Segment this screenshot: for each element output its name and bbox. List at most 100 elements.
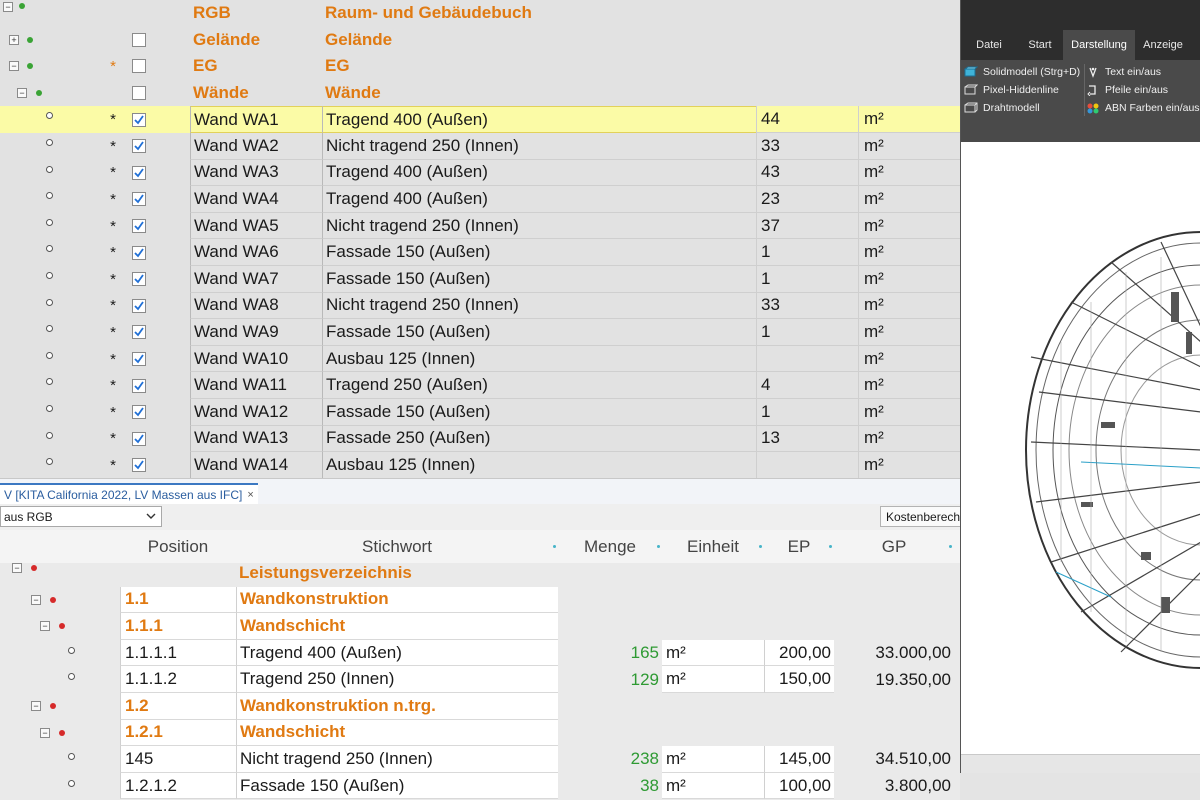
- checkbox[interactable]: [132, 32, 146, 47]
- wall-row[interactable]: * Wand WA14 Ausbau 125 (Innen) m²: [0, 452, 960, 479]
- checkbox[interactable]: [132, 458, 146, 473]
- collapse-icon[interactable]: −: [12, 563, 22, 573]
- wall-row[interactable]: * Wand WA10 Ausbau 125 (Innen) m²: [0, 345, 960, 373]
- tree-row-waende[interactable]: − Wände Wände: [0, 80, 960, 107]
- lv-group-row[interactable]: − 1.1 Wandkonstruktion: [0, 586, 960, 614]
- checkbox[interactable]: [132, 272, 146, 287]
- checkbox-cell[interactable]: [128, 186, 150, 213]
- checkbox[interactable]: [132, 378, 146, 393]
- collapse-icon[interactable]: −: [9, 61, 19, 72]
- column-header-menge[interactable]: Menge: [558, 530, 662, 563]
- lv-unit-price[interactable]: 150,00: [764, 666, 834, 693]
- wall-row[interactable]: * Wand WA3 Tragend 400 (Außen) 43 m²: [0, 159, 960, 187]
- collapse-icon[interactable]: −: [3, 2, 13, 12]
- arrows-toggle-button[interactable]: Pfeile ein/aus: [1086, 81, 1168, 99]
- column-header-position[interactable]: Position: [120, 530, 236, 563]
- collapse-icon[interactable]: −: [40, 621, 50, 632]
- lv-quantity[interactable]: 165: [558, 640, 662, 667]
- tree-row-rgb[interactable]: − RGB Raum- und Gebäudebuch: [0, 0, 960, 27]
- ribbon-tab-darstellung[interactable]: Darstellung: [1063, 30, 1135, 60]
- lv-unit[interactable]: m²: [662, 772, 764, 800]
- lv-unit[interactable]: m²: [662, 666, 764, 693]
- checkbox-cell[interactable]: [128, 160, 150, 187]
- wall-row[interactable]: * Wand WA6 Fassade 150 (Außen) 1 m²: [0, 239, 960, 266]
- wall-row[interactable]: * Wand WA7 Fassade 150 (Außen) 1 m²: [0, 266, 960, 293]
- 3d-model-canvas[interactable]: [961, 142, 1200, 754]
- tree-row-gelaende[interactable]: + Gelände Gelände: [0, 27, 960, 54]
- wall-row[interactable]: * Wand WA4 Tragend 400 (Außen) 23 m²: [0, 186, 960, 213]
- solid-model-button[interactable]: Solidmodell (Strg+D): [964, 63, 1080, 81]
- lv-quantity[interactable]: 38: [558, 773, 662, 800]
- collapse-icon[interactable]: −: [40, 727, 50, 738]
- ribbon-tab-datei[interactable]: Datei: [961, 30, 1017, 60]
- checkbox-cell[interactable]: [128, 239, 150, 266]
- column-header-ep[interactable]: EP: [764, 530, 834, 563]
- checkbox-cell[interactable]: [128, 27, 150, 54]
- collapse-icon[interactable]: −: [31, 594, 41, 605]
- checkbox-cell[interactable]: [128, 372, 150, 399]
- checkbox[interactable]: [132, 431, 146, 446]
- checkbox[interactable]: [132, 352, 146, 367]
- collapse-icon[interactable]: −: [31, 701, 41, 711]
- lv-quantity[interactable]: 129: [558, 666, 662, 693]
- ribbon-tab-anzeige[interactable]: Anzeige: [1135, 30, 1191, 60]
- lv-item-row[interactable]: 1.1.1.2 Tragend 250 (Innen) 129 m² 150,00 19.…: [0, 666, 960, 693]
- checkbox[interactable]: [132, 298, 146, 313]
- wall-row[interactable]: * Wand WA12 Fassade 150 (Außen) 1 m²: [0, 399, 960, 426]
- checkbox[interactable]: [132, 165, 146, 180]
- checkbox[interactable]: [132, 139, 146, 154]
- column-header-stichwort[interactable]: Stichwort: [236, 530, 558, 563]
- checkbox-cell[interactable]: [128, 266, 150, 293]
- lv-unit-price[interactable]: 200,00: [764, 639, 834, 667]
- lv-root-row[interactable]: − Leistungsverzeichnis: [0, 560, 960, 587]
- tree-row-eg[interactable]: − * EG EG: [0, 53, 960, 80]
- ribbon-tab-start[interactable]: Start: [1017, 30, 1063, 60]
- wall-row[interactable]: * Wand WA11 Tragend 250 (Außen) 4 m²: [0, 372, 960, 399]
- close-icon[interactable]: ×: [247, 489, 253, 501]
- column-header-gp[interactable]: GP: [834, 530, 954, 563]
- checkbox-cell[interactable]: [128, 53, 150, 80]
- text-toggle-button[interactable]: Text ein/aus: [1086, 63, 1161, 81]
- checkbox-cell[interactable]: [128, 426, 150, 453]
- collapse-icon[interactable]: −: [17, 87, 27, 98]
- lv-item-row[interactable]: 145 Nicht tragend 250 (Innen) 238 m² 145,00 3…: [0, 746, 960, 773]
- lv-item-row[interactable]: 1.1.1.1 Tragend 400 (Außen) 165 m² 200,00 33.…: [0, 639, 960, 667]
- checkbox-cell[interactable]: [128, 346, 150, 373]
- checkbox[interactable]: [132, 405, 146, 420]
- wall-row[interactable]: * Wand WA8 Nicht tragend 250 (Innen) 33 m²: [0, 292, 960, 320]
- wall-row[interactable]: * Wand WA2 Nicht tragend 250 (Innen) 33 m²: [0, 133, 960, 160]
- wall-row[interactable]: * Wand WA9 Fassade 150 (Außen) 1 m²: [0, 319, 960, 346]
- lv-unit[interactable]: m²: [662, 746, 764, 773]
- checkbox[interactable]: [132, 325, 146, 340]
- checkbox[interactable]: [132, 219, 146, 234]
- checkbox-cell[interactable]: [128, 399, 150, 426]
- checkbox[interactable]: [132, 59, 146, 74]
- checkbox-cell[interactable]: [128, 293, 150, 320]
- color-toggle-button[interactable]: ABN Farben ein/aus (S: [1086, 99, 1200, 117]
- document-tab[interactable]: V [KITA California 2022, LV Massen aus I…: [0, 483, 258, 504]
- wireframe-button[interactable]: Drahtmodell: [964, 99, 1040, 117]
- lv-item-row[interactable]: 1.2.1.2 Fassade 150 (Außen) 38 m² 100,00 3.80…: [0, 772, 960, 800]
- lv-quantity[interactable]: 238: [558, 746, 662, 773]
- wall-row[interactable]: * Wand WA1 Tragend 400 (Außen) 44 m²: [0, 106, 960, 133]
- column-header-einheit[interactable]: Einheit: [662, 530, 764, 563]
- checkbox[interactable]: [132, 192, 146, 207]
- lv-group-row[interactable]: − 1.2 Wandkonstruktion n.trg.: [0, 693, 960, 720]
- checkbox[interactable]: [132, 245, 146, 260]
- checkbox-cell[interactable]: [128, 106, 150, 133]
- hiddenline-button[interactable]: Pixel-Hiddenline: [964, 81, 1059, 99]
- source-select[interactable]: aus RGB: [0, 506, 162, 527]
- lv-unit-price[interactable]: 145,00: [764, 746, 834, 773]
- checkbox-cell[interactable]: [128, 213, 150, 240]
- checkbox[interactable]: [132, 112, 146, 127]
- cost-calculation-button[interactable]: Kostenberechn: [880, 506, 960, 527]
- lv-unit[interactable]: m²: [662, 639, 764, 667]
- wall-row[interactable]: * Wand WA13 Fassade 250 (Außen) 13 m²: [0, 425, 960, 453]
- checkbox-cell[interactable]: [128, 452, 150, 479]
- expand-icon[interactable]: +: [9, 34, 19, 45]
- wall-row[interactable]: * Wand WA5 Nicht tragend 250 (Innen) 37 m²: [0, 212, 960, 240]
- lv-group-row[interactable]: − 1.2.1 Wandschicht: [0, 719, 960, 747]
- lv-unit-price[interactable]: 100,00: [764, 772, 834, 800]
- checkbox[interactable]: [132, 86, 146, 101]
- checkbox-cell[interactable]: [128, 80, 150, 107]
